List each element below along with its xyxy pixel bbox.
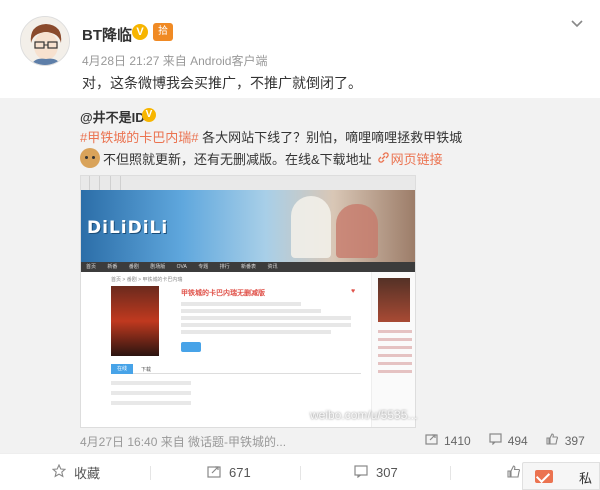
weibo-post: BT降临 V 拾 4月28日 21:27 来自 Android客户端 对，这条微…	[0, 0, 600, 490]
avatar-image	[21, 17, 69, 65]
favorite-label: 收藏	[74, 466, 101, 481]
browser-tab	[102, 176, 111, 190]
sidebar-item	[378, 346, 412, 349]
post-text: 对，这条微博我会买推广，不推广就倒闭了。	[82, 75, 362, 91]
play-button	[181, 342, 201, 352]
comment-icon	[354, 464, 368, 481]
sidebar-item	[378, 370, 412, 373]
info-line	[181, 330, 331, 334]
site-nav-item: 专题	[198, 264, 209, 270]
post-action-bar: 收藏 671 307	[0, 453, 600, 490]
repost-count: 671	[229, 465, 251, 480]
site-nav-item: 番剧	[128, 264, 139, 270]
browser-tab	[81, 176, 90, 190]
repost-like-stat[interactable]: 397	[546, 433, 585, 448]
avatar[interactable]	[20, 16, 70, 66]
chevron-down-icon[interactable]	[568, 17, 586, 35]
hashtag-link[interactable]: #甲铁城的卡巴内瑞#	[80, 130, 198, 145]
repost-verified-icon: V	[142, 108, 156, 122]
banner-character	[291, 196, 331, 258]
repost-button[interactable]: 671	[207, 454, 251, 490]
repost-comment-stat[interactable]: 494	[489, 433, 528, 448]
repost-text-line2-body: 不但照就更新，还有无删减版。在线&下载地址	[103, 151, 372, 167]
site-nav-item: 新番	[107, 264, 118, 270]
sidebar-item	[378, 338, 412, 341]
web-link[interactable]: 网页链接	[391, 149, 443, 168]
verified-badge-icon: V	[132, 24, 148, 40]
sidebar-item	[378, 354, 412, 357]
thumbs-up-icon	[546, 433, 559, 448]
site-logo: DiLiDiLi	[87, 218, 169, 238]
action-divider	[150, 466, 151, 480]
action-divider	[300, 466, 301, 480]
site-nav: 首页 新番 番剧 剧场版 OVA 专题 排行 新番表 资讯	[81, 262, 415, 272]
tab-download: 下载	[141, 367, 152, 373]
browser-tab-bar	[81, 176, 415, 190]
forward-count: 1410	[444, 433, 471, 448]
browser-tab	[91, 176, 101, 190]
level-badge-icon: 拾	[153, 23, 173, 41]
site-nav-item: 剧场版	[150, 264, 166, 270]
comment-count: 494	[507, 433, 528, 448]
author-name[interactable]: BT降临	[82, 24, 132, 45]
forward-icon	[207, 465, 221, 481]
image-watermark: weibo.com/u/5535...	[310, 408, 418, 422]
sidebar-thumbnail	[378, 278, 410, 322]
forward-icon	[425, 433, 438, 448]
link-icon	[377, 151, 389, 166]
site-breadcrumb: 首页 > 番剧 > 甲铁城的卡巴内瑞	[111, 277, 183, 283]
list-item-bar	[111, 380, 191, 385]
embedded-screenshot[interactable]: DiLiDiLi 首页 新番 番剧 剧场版 OVA 专题 排行 新番表 资讯 首…	[80, 175, 416, 428]
repost-meta: 4月27日 16:40 来自 微话题-甲铁城的...	[80, 435, 287, 449]
repost-text-line2: 不但照就更新，还有无删减版。在线&下载地址 网页链接	[80, 147, 443, 169]
repost-forward-stat[interactable]: 1410	[425, 433, 471, 448]
thumbs-up-icon	[507, 464, 521, 481]
list-item-bar	[111, 400, 191, 405]
star-icon	[51, 463, 67, 481]
private-message-panel[interactable]: 私信	[522, 462, 600, 490]
anime-poster	[111, 286, 159, 356]
source-prefix: 来自	[162, 54, 187, 68]
list-item	[111, 380, 361, 387]
info-line	[181, 316, 351, 320]
repost-text-rest: 各大网站下线了？别怕，嘀哩嘀哩拯救甲铁城	[198, 130, 463, 145]
post-meta: 4月28日 21:27 来自 Android客户端	[82, 52, 267, 69]
list-item-bar	[111, 390, 191, 395]
comment-icon	[489, 433, 502, 448]
tab-online: 在线	[111, 364, 133, 374]
site-nav-item: 排行	[219, 264, 230, 270]
repost-author[interactable]: @井不是ID	[80, 107, 145, 126]
doge-emoji-icon	[80, 148, 100, 168]
repost-stats: 1410 494 397	[425, 433, 600, 448]
info-line	[181, 323, 351, 327]
anime-title: 甲铁城的卡巴内瑞无删减版	[181, 290, 265, 297]
info-line	[181, 309, 321, 313]
post-source: Android客户端	[190, 54, 268, 68]
heart-icon: ♥	[351, 288, 356, 295]
episode-tabs: 在线 下载	[111, 364, 361, 374]
site-nav-item: OVA	[176, 264, 187, 270]
like-count: 397	[564, 433, 585, 448]
site-nav-item: 新番表	[241, 264, 257, 270]
mail-icon	[535, 470, 553, 483]
site-nav-item: 首页	[86, 264, 97, 270]
list-item	[111, 400, 361, 407]
site-sidebar	[371, 272, 415, 427]
list-item	[111, 390, 361, 397]
site-banner: DiLiDiLi	[81, 190, 415, 262]
browser-tab	[112, 176, 122, 190]
repost-text-line1: #甲铁城的卡巴内瑞# 各大网站下线了？别怕，嘀哩嘀哩拯救甲铁城	[80, 127, 462, 146]
sidebar-item	[378, 362, 412, 365]
comment-count-action: 307	[376, 465, 398, 480]
comment-button[interactable]: 307	[354, 454, 398, 490]
site-nav-item: 资讯	[267, 264, 278, 270]
private-message-label: 私信	[579, 471, 593, 486]
action-divider	[450, 466, 451, 480]
favorite-button[interactable]: 收藏	[51, 454, 101, 490]
sidebar-item	[378, 330, 412, 333]
site-content: 首页 > 番剧 > 甲铁城的卡巴内瑞 甲铁城的卡巴内瑞无删减版 ♥ 在线 下载	[81, 272, 415, 427]
post-timestamp[interactable]: 4月28日 21:27	[82, 54, 159, 68]
info-line	[181, 302, 301, 306]
banner-character	[336, 204, 378, 258]
